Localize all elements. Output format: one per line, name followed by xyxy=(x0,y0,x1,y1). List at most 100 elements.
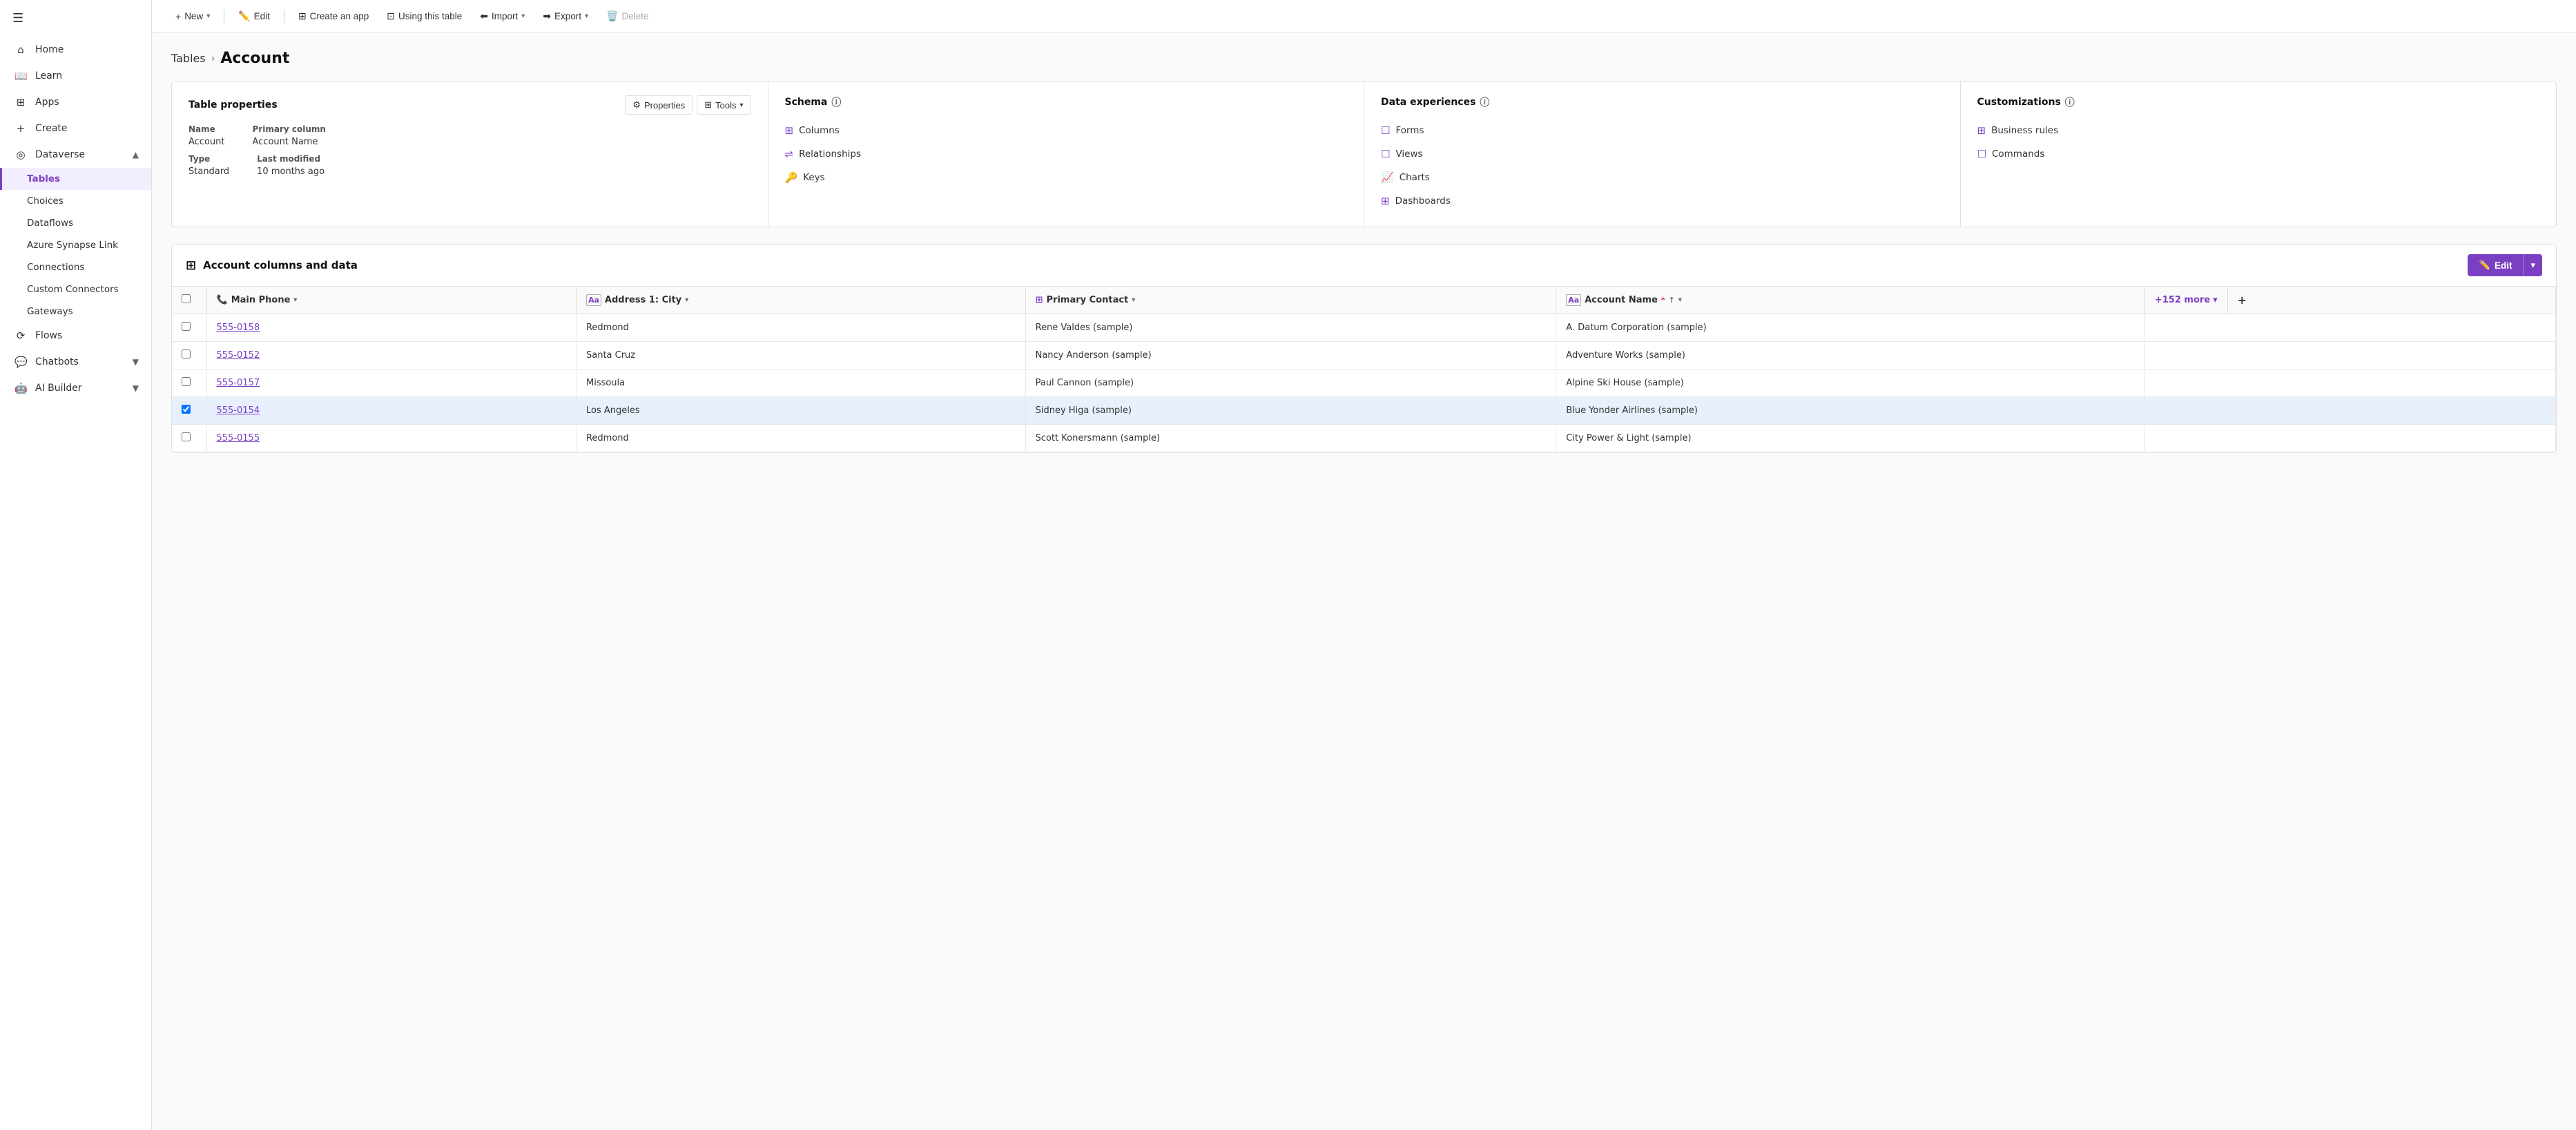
sidebar-item-learn[interactable]: 📖 Learn xyxy=(0,63,151,89)
row2-contact-cell: Nancy Anderson (sample) xyxy=(1025,342,1556,370)
tools-icon: ⊞ xyxy=(704,99,712,111)
using-this-table-button[interactable]: ⊡ Using this table xyxy=(380,7,469,26)
create-app-button[interactable]: ⊞ Create an app xyxy=(291,7,376,26)
data-experiences-card: Data experiences ⓘ ☐ Forms ☐ Views 📈 Cha… xyxy=(1364,82,1961,227)
sidebar-item-gateways[interactable]: Gateways xyxy=(0,300,151,323)
table-info-row: Name Account Primary column Account Name xyxy=(188,124,751,147)
main-phone-col-label: Main Phone xyxy=(231,295,291,305)
hamburger-menu[interactable]: ☰ xyxy=(0,0,151,37)
edit-icon: ✏️ xyxy=(238,10,250,22)
sidebar-item-dataflows[interactable]: Dataflows xyxy=(0,212,151,234)
sidebar-item-label: AI Builder xyxy=(35,383,82,394)
edit-data-button[interactable]: ✏️ Edit xyxy=(2468,254,2523,276)
row2-checkbox[interactable] xyxy=(182,349,191,358)
sidebar: ☰ ⌂ Home 📖 Learn ⊞ Apps + Create ◎ Datav… xyxy=(0,0,152,1130)
contact-col-icon: ⊞ xyxy=(1036,295,1043,305)
sidebar-sub-item-label: Connections xyxy=(27,262,84,273)
data-exp-link-views[interactable]: ☐ Views xyxy=(1381,142,1944,166)
row3-phone-cell: 555-0157 xyxy=(206,370,576,397)
th-account-name[interactable]: Aa Account Name * ↑ ▾ xyxy=(1556,287,2145,314)
sidebar-item-azure-synapse[interactable]: Azure Synapse Link xyxy=(0,234,151,256)
schema-link-keys[interactable]: 🔑 Keys xyxy=(785,166,1348,189)
sidebar-item-create[interactable]: + Create xyxy=(0,115,151,142)
schema-title: Schema ⓘ xyxy=(785,95,1348,109)
new-button[interactable]: + New ▾ xyxy=(168,8,217,26)
schema-label: Schema xyxy=(785,97,828,108)
schema-info-icon: ⓘ xyxy=(831,95,841,109)
import-button[interactable]: ⬅ Import ▾ xyxy=(473,7,532,26)
sidebar-item-label: Home xyxy=(35,44,64,55)
new-label: New xyxy=(184,11,203,21)
table-header-row: 📞 Main Phone ▾ Aa Address 1: City ▾ xyxy=(172,287,2556,314)
data-exp-link-forms[interactable]: ☐ Forms xyxy=(1381,119,1944,142)
th-primary-contact[interactable]: ⊞ Primary Contact ▾ xyxy=(1025,287,1556,314)
row3-contact: Paul Cannon (sample) xyxy=(1036,378,1134,388)
commands-label: Commands xyxy=(1992,149,2044,160)
sidebar-item-tables[interactable]: Tables xyxy=(0,168,151,190)
sidebar-item-choices[interactable]: Choices xyxy=(0,190,151,212)
export-button[interactable]: ➡ Export ▾ xyxy=(536,7,595,26)
th-main-phone[interactable]: 📞 Main Phone ▾ xyxy=(206,287,576,314)
table-row: 555-0152 Santa Cruz Nancy Anderson (samp… xyxy=(172,342,2556,370)
row4-checkbox-cell xyxy=(172,397,206,425)
sidebar-item-connections[interactable]: Connections xyxy=(0,256,151,278)
chevron-up-icon: ▲ xyxy=(133,150,139,160)
sidebar-item-chatbots[interactable]: 💬 Chatbots ▼ xyxy=(0,349,151,375)
tools-button[interactable]: ⊞ Tools ▾ xyxy=(697,95,750,115)
row2-account: Adventure Works (sample) xyxy=(1566,350,1685,361)
import-icon: ⬅ xyxy=(480,10,488,22)
more-cols-button[interactable]: +152 more ▾ xyxy=(2145,288,2227,312)
row2-phone-link[interactable]: 555-0152 xyxy=(217,350,260,361)
row4-checkbox[interactable] xyxy=(182,405,191,414)
row4-account-cell: Blue Yonder Airlines (sample) xyxy=(1556,397,2145,425)
add-column-button[interactable]: + xyxy=(2227,287,2256,314)
row5-phone-link[interactable]: 555-0155 xyxy=(217,433,260,443)
sidebar-item-apps[interactable]: ⊞ Apps xyxy=(0,89,151,115)
last-modified-value: 10 months ago xyxy=(257,166,325,177)
row1-phone-link[interactable]: 555-0158 xyxy=(217,323,260,333)
business-rules-label: Business rules xyxy=(1991,125,2058,136)
export-icon: ➡ xyxy=(543,10,551,22)
custom-link-business-rules[interactable]: ⊞ Business rules xyxy=(1977,119,2540,142)
row5-checkbox-cell xyxy=(172,425,206,452)
th-more-cols[interactable]: +152 more ▾ + xyxy=(2144,287,2555,314)
sidebar-sub-item-label: Choices xyxy=(27,195,64,207)
properties-button[interactable]: ⚙ Properties xyxy=(625,95,693,115)
custom-link-commands[interactable]: ☐ Commands xyxy=(1977,142,2540,166)
breadcrumb-tables-link[interactable]: Tables xyxy=(171,52,206,65)
delete-button[interactable]: 🗑️ Delete xyxy=(599,7,655,26)
type-field: Type Standard xyxy=(188,154,229,177)
row1-checkbox[interactable] xyxy=(182,322,191,331)
forms-icon: ☐ xyxy=(1381,124,1390,137)
data-exp-link-charts[interactable]: 📈 Charts xyxy=(1381,166,1944,189)
edit-data-dropdown-button[interactable]: ▾ xyxy=(2523,254,2542,276)
sidebar-item-custom-connectors[interactable]: Custom Connectors xyxy=(0,278,151,300)
data-exp-link-dashboards[interactable]: ⊞ Dashboards xyxy=(1381,189,1944,213)
sidebar-sub-item-label: Custom Connectors xyxy=(27,284,119,295)
sidebar-item-flows[interactable]: ⟳ Flows xyxy=(0,323,151,349)
sidebar-item-home[interactable]: ⌂ Home xyxy=(0,37,151,63)
charts-label: Charts xyxy=(1400,172,1430,183)
th-address-city[interactable]: Aa Address 1: City ▾ xyxy=(576,287,1025,314)
page-content: Tables › Account Table properties ⚙ Prop… xyxy=(152,33,2576,1130)
sidebar-item-dataverse[interactable]: ◎ Dataverse ▲ xyxy=(0,142,151,168)
row3-phone-link[interactable]: 555-0157 xyxy=(217,378,260,388)
sidebar-item-ai-builder[interactable]: 🤖 AI Builder ▼ xyxy=(0,375,151,401)
row3-checkbox[interactable] xyxy=(182,377,191,386)
delete-label: Delete xyxy=(622,11,649,21)
schema-link-relationships[interactable]: ⇌ Relationships xyxy=(785,142,1348,166)
main-content: + New ▾ ✏️ Edit ⊞ Create an app ⊡ Using … xyxy=(152,0,2576,1130)
row3-extra-cell xyxy=(2144,370,2555,397)
select-all-checkbox[interactable] xyxy=(182,294,191,303)
row2-checkbox-cell xyxy=(172,342,206,370)
sidebar-item-label: Flows xyxy=(35,330,62,341)
edit-button[interactable]: ✏️ Edit xyxy=(231,7,277,26)
flows-icon: ⟳ xyxy=(14,329,27,342)
data-section-header: ⊞ Account columns and data ✏️ Edit ▾ xyxy=(172,245,2556,287)
learn-icon: 📖 xyxy=(14,70,27,82)
chevron-down-icon: ▼ xyxy=(133,357,139,367)
schema-link-columns[interactable]: ⊞ Columns xyxy=(785,119,1348,142)
row4-phone-link[interactable]: 555-0154 xyxy=(217,405,260,416)
row2-extra-cell xyxy=(2144,342,2555,370)
row5-checkbox[interactable] xyxy=(182,432,191,441)
